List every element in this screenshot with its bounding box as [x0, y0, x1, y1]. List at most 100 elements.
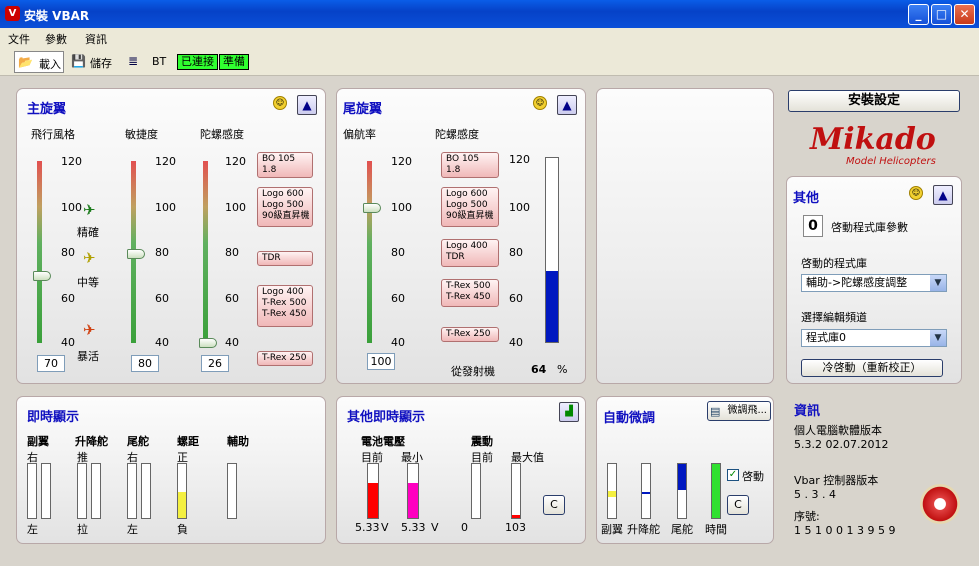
- tick-80: 80: [225, 246, 239, 259]
- auto-trim-panel: 自動微調 ▤ 微調飛... 副翼 升降舵 尾舵 時間 ✓ 啓動 C: [596, 396, 774, 544]
- preset-logo600[interactable]: Logo 600 Logo 500 90級直昇機: [257, 187, 313, 227]
- info-section: 資訊 個人電腦軟體版本 5.3.2 02.07.2012 Vbar 控制器版本 …: [786, 398, 966, 548]
- preset-tdr[interactable]: TDR: [257, 251, 313, 266]
- pc-version-value: 5.3.2 02.07.2012: [794, 438, 889, 451]
- menu-params[interactable]: 參數: [45, 31, 67, 47]
- chevron-down-icon[interactable]: ▼: [930, 330, 946, 346]
- tail-preset-logo600[interactable]: Logo 600 Logo 500 90級直昇機: [441, 187, 499, 227]
- rt-pitch-bottom: 負: [177, 523, 188, 536]
- smiley-icon[interactable]: ☺: [533, 96, 547, 110]
- trim-time-fill: [712, 464, 720, 518]
- preset-bo105[interactable]: BO 105 1.8: [257, 152, 313, 178]
- rt-aux-label: 輔助: [227, 435, 249, 448]
- yaw-slider-thumb[interactable]: [363, 203, 381, 213]
- cold-start-button[interactable]: 冷啓動（重新校正）: [801, 359, 943, 377]
- boot-lib-value: 輔助->陀螺感度調整: [806, 276, 908, 289]
- rt-rudder-bottom: 左: [127, 523, 138, 536]
- vbar-version-value: 5 . 3 . 4: [794, 488, 836, 501]
- tail-rotor-title: 尾旋翼: [343, 102, 383, 117]
- tick-80: 80: [391, 246, 405, 259]
- smiley-icon[interactable]: ☺: [273, 96, 287, 110]
- tail-preset-trex250[interactable]: T-Rex 250: [441, 327, 499, 342]
- setup-button[interactable]: 安裝設定: [788, 90, 960, 112]
- bluetooth-button[interactable]: ≣ BT: [126, 51, 172, 73]
- agility-slider-thumb[interactable]: [127, 249, 145, 259]
- other-title: 其他: [793, 191, 820, 206]
- fine-tune-button[interactable]: ▤ 微調飛...: [707, 401, 771, 421]
- yaw-slider-track[interactable]: [367, 161, 372, 343]
- menu-info[interactable]: 資訊: [85, 31, 107, 47]
- tick-40: 40: [391, 336, 405, 349]
- minimize-button[interactable]: _: [908, 4, 929, 25]
- tick-120: 120: [391, 155, 412, 168]
- tick-80: 80: [155, 246, 169, 259]
- edit-bank-select[interactable]: 程式庫0 ▼: [801, 329, 947, 347]
- tick-40: 40: [225, 336, 239, 349]
- tick-80: 80: [509, 246, 523, 259]
- close-button[interactable]: ✕: [954, 4, 975, 25]
- logo-subtext: Model Helicopters: [846, 156, 936, 167]
- vbar-logo-icon: [920, 484, 960, 524]
- trim-elevator-fill: [642, 491, 650, 495]
- yaw-rate-label: 偏航率: [343, 128, 376, 141]
- help-cap-icon[interactable]: ▲: [933, 185, 953, 205]
- folder-icon: 📂: [18, 55, 33, 69]
- pc-version-label: 個人電腦軟體版本: [794, 424, 882, 437]
- heli-aggressive-icon: ✈: [83, 321, 96, 339]
- agility-value-box[interactable]: 80: [131, 355, 159, 372]
- main-rotor-panel: 主旋翼 ☺ ▲ 飛行風格 敏捷度 陀螺感度 120 100 80 60 40 ✈…: [16, 88, 326, 384]
- style-value-box[interactable]: 70: [37, 355, 65, 372]
- tail-preset-bo105[interactable]: BO 105 1.8: [441, 152, 499, 178]
- title-bar: V 安裝 VBAR _ □ ✕: [0, 0, 979, 28]
- style-medium-label: 中等: [77, 276, 99, 289]
- trim-aileron-label: 副翼: [601, 523, 623, 536]
- trim-time-meter: [711, 463, 721, 519]
- rt-aileron-meter-2: [41, 463, 51, 519]
- tick-120: 120: [155, 155, 176, 168]
- tick-100: 100: [225, 201, 246, 214]
- rt-elevator-meter-1: [77, 463, 87, 519]
- realtime-title: 即時顯示: [27, 410, 80, 425]
- info-title: 資訊: [794, 404, 821, 419]
- status-ready: 準備: [219, 54, 249, 70]
- trim-clear-button[interactable]: C: [727, 495, 749, 515]
- vibration-clear-button[interactable]: C: [543, 495, 565, 515]
- style-slider-track[interactable]: [37, 161, 42, 343]
- tick-100: 100: [391, 201, 412, 214]
- status-connected: 已連接: [177, 54, 218, 70]
- startup-bank-number[interactable]: 0: [803, 215, 823, 237]
- logo-text: Mikado: [810, 122, 936, 157]
- trim-enable-checkbox[interactable]: ✓: [727, 469, 739, 481]
- boot-lib-select[interactable]: 輔助->陀螺感度調整 ▼: [801, 274, 947, 292]
- window-title: 安裝 VBAR: [24, 9, 90, 23]
- menu-file[interactable]: 文件: [8, 31, 30, 47]
- battery-min-meter: [407, 463, 419, 519]
- chevron-down-icon[interactable]: ▼: [930, 275, 946, 291]
- trim-enable-label: 啓動: [742, 470, 764, 483]
- maximize-button[interactable]: □: [931, 4, 952, 25]
- yaw-value-box[interactable]: 100: [367, 353, 395, 370]
- style-slider-thumb[interactable]: [33, 271, 51, 281]
- save-button[interactable]: 💾 儲存: [68, 51, 118, 73]
- gyro-slider-thumb[interactable]: [199, 338, 217, 348]
- menu-bar: 文件 參數 資訊: [0, 28, 979, 48]
- help-cap-icon[interactable]: ▲: [557, 95, 577, 115]
- tail-preset-logo400[interactable]: Logo 400 TDR: [441, 239, 499, 267]
- bt-icon: ≣: [128, 54, 139, 68]
- tick-40: 40: [509, 336, 523, 349]
- smiley-icon[interactable]: ☺: [909, 186, 923, 200]
- vibration-max-fill: [512, 515, 520, 518]
- preset-trex250[interactable]: T-Rex 250: [257, 351, 313, 366]
- other-realtime-panel: 其他即時顯示 ▟ 電池電壓 目前 最小 5.33 V 5.33 V 震動 目前 …: [336, 396, 586, 544]
- preset-logo400[interactable]: Logo 400 T-Rex 500 T-Rex 450: [257, 285, 313, 327]
- tail-preset-trex500[interactable]: T-Rex 500 T-Rex 450: [441, 279, 499, 307]
- other-panel: 其他 ☺ ▲ 0 啓動程式庫參數 啓動的程式庫 輔助->陀螺感度調整 ▼ 選擇編…: [786, 176, 962, 384]
- gyro-slider-track[interactable]: [203, 161, 208, 343]
- chart-icon[interactable]: ▟: [559, 402, 579, 422]
- tick-100: 100: [61, 201, 82, 214]
- load-button[interactable]: 📂 載入: [14, 51, 64, 73]
- tick-40: 40: [155, 336, 169, 349]
- help-cap-icon[interactable]: ▲: [297, 95, 317, 115]
- rt-rudder-label: 尾舵: [127, 435, 149, 448]
- gyro-value-box[interactable]: 26: [201, 355, 229, 372]
